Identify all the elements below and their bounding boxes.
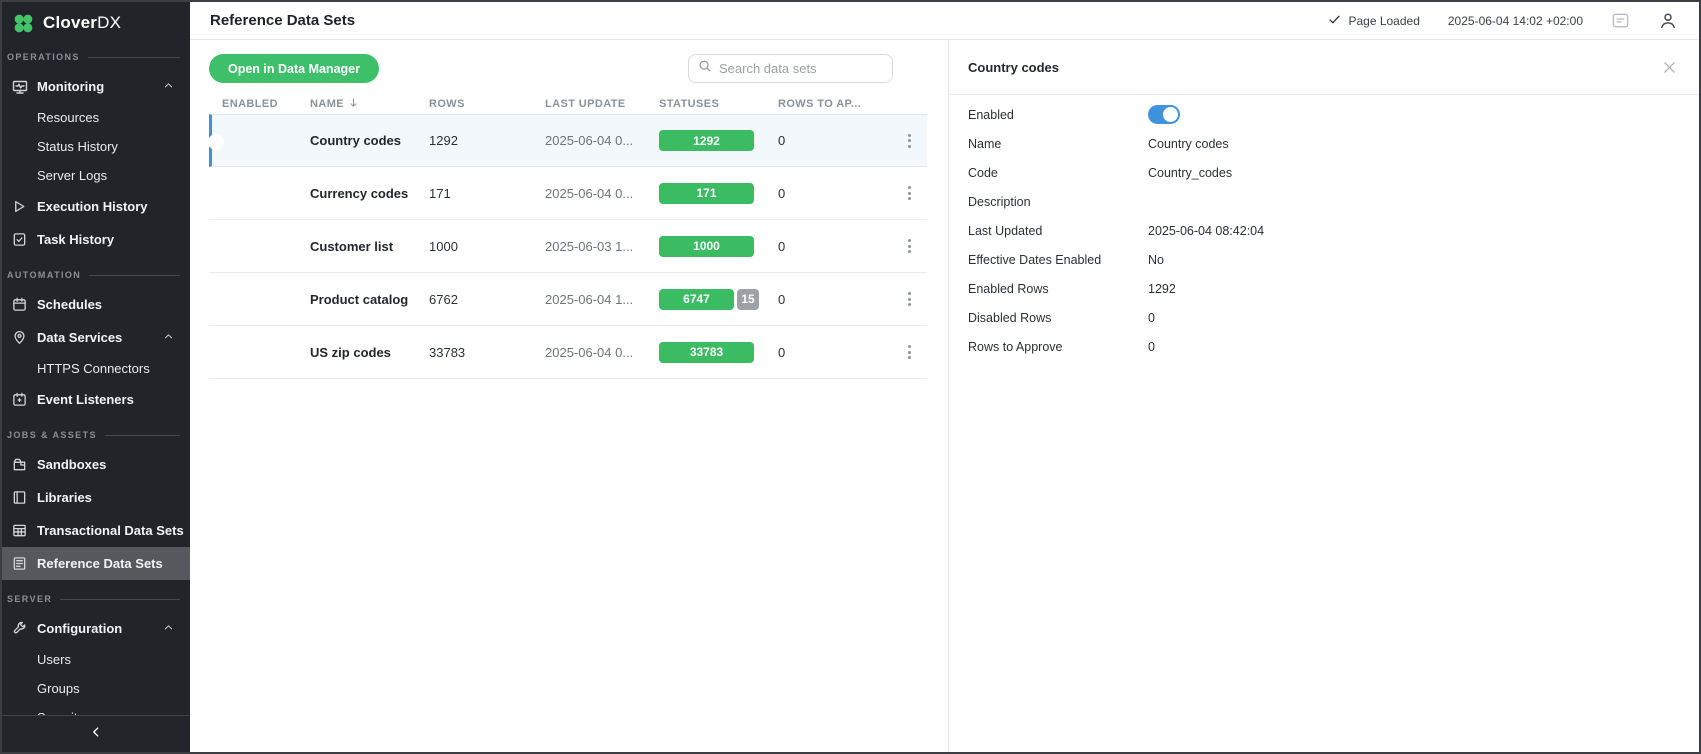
detail-panel: Country codes Enabled Name Country codes… [948,40,1699,752]
chevron-left-icon [89,725,103,744]
field-last-updated: Last Updated 2025-06-04 08:42:04 [949,216,1699,245]
row-menu-icon[interactable] [904,235,915,257]
field-rows-to-approve: Rows to Approve 0 [949,332,1699,361]
brand-bold: Clover [43,13,97,32]
field-name: Name Country codes [949,129,1699,158]
monitoring-icon [11,78,28,95]
search-icon [698,59,712,78]
sidebar-item-resources[interactable]: Resources [2,103,190,132]
page-title: Reference Data Sets [210,12,355,29]
chevron-up-icon[interactable] [163,330,174,345]
table-header: ENABLED NAME ROWS LAST UPDATE STATUSES R… [209,93,927,114]
search-input[interactable] [719,61,883,76]
transactional-data-sets-icon [11,522,28,539]
sidebar-item-users[interactable]: Users [2,645,190,674]
data-services-icon [11,329,28,346]
col-enabled[interactable]: ENABLED [222,98,310,110]
brand-name: CloverDX [43,13,121,33]
feedback-icon[interactable] [1611,11,1630,30]
execution-history-icon [11,198,28,215]
sidebar-item-event-listeners[interactable]: Event Listeners [2,383,190,416]
sidebar-item-monitoring[interactable]: Monitoring [2,70,190,103]
table-row[interactable]: Currency codes 171 2025-06-04 0... 171 0 [209,167,927,220]
sidebar-collapse-button[interactable] [2,715,190,752]
status-badge: 33783 [659,342,754,363]
field-description: Description [949,187,1699,216]
col-name[interactable]: NAME [310,97,429,111]
col-last-update[interactable]: LAST UPDATE [545,98,659,110]
field-disabled-rows: Disabled Rows 0 [949,303,1699,332]
sidebar-item-libraries[interactable]: Libraries [2,481,190,514]
sidebar-item-transactional-data-sets[interactable]: Transactional Data Sets [2,514,190,547]
table-row[interactable]: US zip codes 33783 2025-06-04 0... 33783… [209,326,927,379]
section-automation: AUTOMATION [2,262,190,288]
top-header: Reference Data Sets Page Loaded 2025-06-… [190,2,1699,40]
sidebar-item-server-logs[interactable]: Server Logs [2,161,190,190]
col-rows-to-approve[interactable]: ROWS TO AP... [778,98,891,110]
row-menu-icon[interactable] [904,182,915,204]
section-operations: OPERATIONS [2,44,190,70]
reference-data-sets-icon [11,555,28,572]
close-icon[interactable] [1662,60,1677,75]
status-badge: 1292 [659,130,754,151]
col-rows[interactable]: ROWS [429,98,545,110]
status-badge: 1000 [659,236,754,257]
field-effective-dates-enabled: Effective Dates Enabled No [949,245,1699,274]
row-menu-icon[interactable] [904,288,915,310]
status-badge-pending: 15 [737,289,759,310]
field-enabled: Enabled [949,100,1699,129]
sidebar-item-https-connectors[interactable]: HTTPS Connectors [2,354,190,383]
app-window: CloverDX OPERATIONS Monitoring Resources… [0,0,1701,754]
field-code: Code Country_codes [949,158,1699,187]
sidebar-item-configuration[interactable]: Configuration [2,612,190,645]
chevron-up-icon[interactable] [163,79,174,94]
section-jobs-assets: JOBS & ASSETS [2,422,190,448]
status-badge: 6747 [659,289,734,310]
row-menu-icon[interactable] [904,130,915,152]
detail-title: Country codes [968,60,1059,75]
sort-desc-icon [348,97,359,111]
sidebar-item-execution-history[interactable]: Execution History [2,190,190,223]
user-account-icon[interactable] [1658,11,1678,31]
data-sets-list-pane: Open in Data Manager ENABLED NAME ROWS L… [190,40,948,752]
section-server: SERVER [2,586,190,612]
brand-light: DX [97,13,121,32]
table-row[interactable]: Customer list 1000 2025-06-03 1... 1000 … [209,220,927,273]
chevron-up-icon[interactable] [163,621,174,636]
event-listeners-icon [11,391,28,408]
detail-enabled-toggle[interactable] [1148,105,1180,124]
open-in-data-manager-button[interactable]: Open in Data Manager [209,54,379,83]
sidebar-item-status-history[interactable]: Status History [2,132,190,161]
sidebar-item-sandboxes[interactable]: Sandboxes [2,448,190,481]
row-menu-icon[interactable] [904,341,915,363]
page-loaded-status: Page Loaded [1328,13,1419,29]
check-icon [1328,13,1341,29]
sidebar-item-task-history[interactable]: Task History [2,223,190,256]
field-enabled-rows: Enabled Rows 1292 [949,274,1699,303]
libraries-icon [11,489,28,506]
col-statuses[interactable]: STATUSES [659,98,778,110]
sidebar-item-reference-data-sets[interactable]: Reference Data Sets [2,547,190,580]
cloverdx-logo-icon [12,12,35,35]
sandboxes-icon [11,456,28,473]
data-sets-table: Country codes 1292 2025-06-04 0... 1292 … [209,114,927,379]
table-row[interactable]: Product catalog 6762 2025-06-04 1... 674… [209,273,927,326]
status-badge: 171 [659,183,754,204]
sidebar-item-groups[interactable]: Groups [2,674,190,703]
brand: CloverDX [2,2,190,44]
sidebar: CloverDX OPERATIONS Monitoring Resources… [2,2,190,752]
sidebar-item-data-services[interactable]: Data Services [2,321,190,354]
schedules-icon [11,296,28,313]
task-history-icon [11,231,28,248]
configuration-icon [11,620,28,637]
table-row[interactable]: Country codes 1292 2025-06-04 0... 1292 … [209,114,927,167]
current-timestamp: 2025-06-04 14:02 +02:00 [1448,14,1583,28]
search-box[interactable] [688,54,893,83]
sidebar-item-schedules[interactable]: Schedules [2,288,190,321]
